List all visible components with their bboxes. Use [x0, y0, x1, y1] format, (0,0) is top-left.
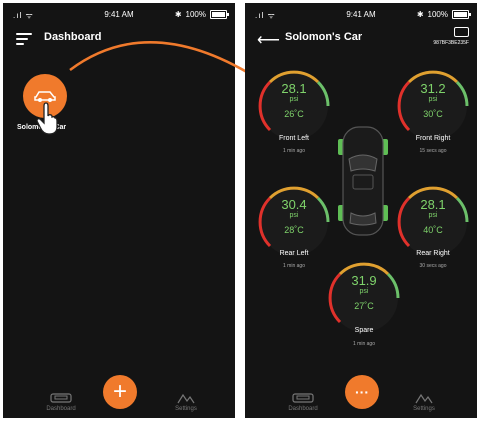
- status-bar: .ıl ᯤ 9:41 AM ✱ 100%: [3, 3, 235, 25]
- bluetooth-icon: ✱: [416, 10, 424, 19]
- settings-icon: [177, 393, 195, 404]
- tap-hand-icon: [36, 102, 58, 135]
- settings-icon: [415, 393, 433, 404]
- tire-gauge-front-right[interactable]: 31.2 psi 30˚C: [396, 69, 470, 143]
- tab-settings[interactable]: Settings: [399, 392, 449, 412]
- tab-settings-label: Settings: [413, 406, 435, 412]
- pressure-unit: psi: [289, 96, 299, 103]
- tab-dashboard[interactable]: Dashboard: [278, 392, 328, 412]
- back-arrow-icon[interactable]: ⟵: [257, 30, 280, 50]
- car-top-view-icon: [338, 126, 388, 236]
- battery-status: ✱ 100%: [174, 10, 229, 19]
- menu-icon[interactable]: [16, 33, 32, 45]
- car-front-icon: [50, 393, 72, 403]
- tire-gauge-spare[interactable]: 31.9 psi 27˚C: [327, 261, 401, 335]
- pressure-value: 30.4: [281, 197, 307, 212]
- tab-settings-label: Settings: [175, 406, 197, 412]
- tire-gauge-front-left[interactable]: 28.1 psi 26˚C: [257, 69, 331, 143]
- tire-updated-front-left: 1 min ago: [283, 148, 305, 154]
- car-icon: [34, 91, 56, 102]
- device-indicator[interactable]: 987BF3BE235F: [433, 27, 469, 46]
- pressure-value: 28.1: [281, 81, 307, 96]
- tire-updated-front-right: 15 secs ago: [419, 148, 447, 154]
- temperature-value: 30˚C: [423, 109, 443, 119]
- tire-name-rear-left: Rear Left: [279, 250, 309, 257]
- battery-label: 100%: [427, 10, 448, 19]
- tire-name-front-left: Front Left: [279, 135, 309, 142]
- tab-bar: Dashboard ··· Settings: [245, 375, 477, 418]
- tab-dashboard[interactable]: Dashboard: [36, 392, 86, 412]
- temperature-value: 27˚C: [354, 301, 374, 311]
- status-bar: .ıl ᯤ 9:41 AM ✱ 100%: [245, 3, 477, 25]
- battery-label: 100%: [185, 10, 206, 19]
- pressure-unit: psi: [428, 96, 438, 103]
- device-id: 987BF3BE235F: [433, 40, 469, 46]
- add-button[interactable]: +: [103, 375, 137, 409]
- more-button[interactable]: ···: [345, 375, 379, 409]
- pressure-unit: psi: [428, 212, 438, 219]
- car-detail-screen: .ıl ᯤ 9:41 AM ✱ 100% ⟵ Solomon's Car 987…: [245, 3, 477, 418]
- tab-bar: Dashboard + Settings: [3, 375, 235, 418]
- tire-name-rear-right: Rear Right: [416, 250, 450, 257]
- pressure-value: 31.9: [351, 273, 377, 288]
- pressure-value: 31.2: [420, 81, 446, 96]
- bluetooth-icon: ✱: [174, 10, 182, 19]
- tire-updated-rear-left: 1 min ago: [283, 263, 305, 269]
- temperature-value: 26˚C: [284, 109, 304, 119]
- tab-settings[interactable]: Settings: [161, 392, 211, 412]
- temperature-value: 40˚C: [423, 225, 443, 235]
- tab-dashboard-label: Dashboard: [288, 406, 318, 412]
- car-front-icon: [292, 393, 314, 403]
- sensor-device-icon: [454, 27, 469, 37]
- battery-icon: [210, 10, 229, 19]
- tab-dashboard-label: Dashboard: [46, 406, 76, 412]
- tire-gauge-rear-left[interactable]: 30.4 psi 28˚C: [257, 185, 331, 259]
- tire-gauge-rear-right[interactable]: 28.1 psi 40˚C: [396, 185, 470, 259]
- battery-icon: [452, 10, 471, 19]
- pressure-unit: psi: [289, 212, 299, 219]
- temperature-value: 28˚C: [284, 225, 304, 235]
- pressure-value: 28.1: [420, 197, 446, 212]
- tire-name-front-right: Front Right: [415, 135, 451, 142]
- pressure-unit: psi: [359, 288, 369, 295]
- page-title: Solomon's Car: [285, 31, 363, 43]
- tire-updated-spare: 1 min ago: [353, 341, 375, 347]
- tire-updated-rear-right: 30 secs ago: [419, 263, 447, 269]
- tire-name-spare: Spare: [354, 327, 374, 334]
- battery-status: ✱ 100%: [416, 10, 471, 19]
